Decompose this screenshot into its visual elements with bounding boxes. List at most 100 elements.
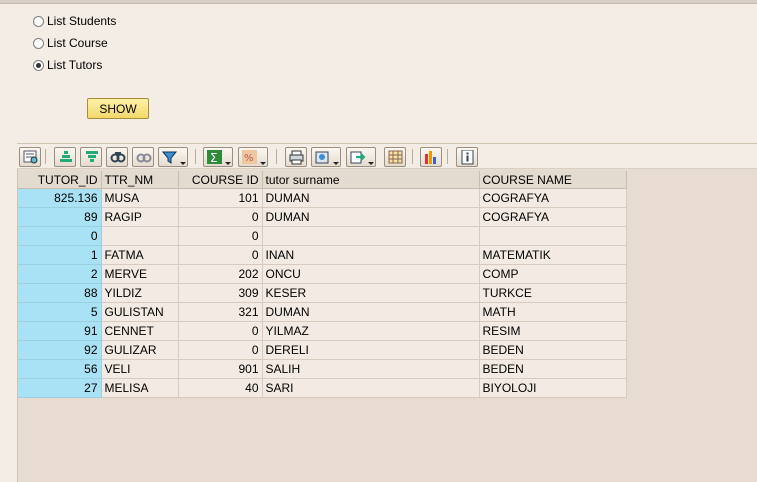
cell-ttr-nm[interactable]: MUSA	[101, 188, 179, 208]
subtotal-icon[interactable]: %	[238, 147, 268, 167]
show-button[interactable]: SHOW	[87, 98, 149, 119]
cell-ttr-nm[interactable]: GULISTAN	[101, 302, 179, 322]
cell-tutor-surname[interactable]: ONCU	[262, 264, 480, 284]
table-row[interactable]: 56 VELI 901 SALIH BEDEN	[18, 359, 627, 379]
cell-ttr-nm[interactable]: MERVE	[101, 264, 179, 284]
cell-course-name[interactable]	[479, 226, 627, 246]
cell-course-name[interactable]: BIYOLOJI	[479, 378, 627, 398]
table-row[interactable]: 00	[18, 226, 627, 246]
views-icon[interactable]	[311, 147, 341, 167]
cell-course-id[interactable]: 40	[178, 378, 263, 398]
cell-tutor-id[interactable]: 0	[18, 226, 102, 246]
cell-tutor-surname[interactable]	[262, 226, 480, 246]
radio-list-course[interactable]: List Course	[33, 35, 108, 51]
table-body: 825.136 MUSA 101 DUMAN COGRAFYA 89 RAGIP 0 DUMAN…	[18, 188, 627, 398]
cell-course-id[interactable]: 202	[178, 264, 263, 284]
cell-course-id[interactable]: 0	[178, 207, 263, 227]
column-header-tutor-id[interactable]: TUTOR_ID	[18, 171, 102, 189]
cell-course-name[interactable]: BEDEN	[479, 359, 627, 379]
cell-tutor-surname[interactable]: KESER	[262, 283, 480, 303]
cell-tutor-surname[interactable]: DUMAN	[262, 207, 480, 227]
cell-tutor-surname[interactable]: DUMAN	[262, 188, 480, 208]
cell-tutor-surname[interactable]: INAN	[262, 245, 480, 265]
cell-tutor-id[interactable]: 2	[18, 264, 102, 284]
find-icon[interactable]	[106, 147, 128, 167]
cell-ttr-nm[interactable]: GULIZAR	[101, 340, 179, 360]
cell-tutor-id[interactable]: 56	[18, 359, 102, 379]
cell-course-id[interactable]: 101	[178, 188, 263, 208]
cell-course-id[interactable]: 0	[178, 340, 263, 360]
cell-tutor-surname[interactable]: YILMAZ	[262, 321, 480, 341]
cell-course-id[interactable]: 0	[178, 321, 263, 341]
grid-toolbar: Σ %	[17, 143, 757, 169]
table-row[interactable]: 91 CENNET 0 YILMAZ RESIM	[18, 321, 627, 341]
table-row[interactable]: 92 GULIZAR 0 DERELI BEDEN	[18, 340, 627, 360]
cell-tutor-surname[interactable]: DUMAN	[262, 302, 480, 322]
radio-button[interactable]	[33, 59, 44, 71]
cell-tutor-id[interactable]: 825.136	[18, 188, 102, 208]
table-row[interactable]: 89 RAGIP 0 DUMAN COGRAFYA	[18, 207, 627, 227]
radio-button[interactable]	[33, 15, 44, 27]
cell-tutor-surname[interactable]: SARI	[262, 378, 480, 398]
radio-label: List Course	[47, 36, 108, 50]
cell-course-name[interactable]: BEDEN	[479, 340, 627, 360]
layout-icon[interactable]	[384, 147, 406, 167]
cell-course-id[interactable]: 0	[178, 226, 263, 246]
cell-ttr-nm[interactable]: RAGIP	[101, 207, 179, 227]
column-header-course-id[interactable]: COURSE ID	[178, 171, 263, 189]
cell-tutor-id[interactable]: 92	[18, 340, 102, 360]
cell-tutor-surname[interactable]: DERELI	[262, 340, 480, 360]
sum-icon[interactable]: Σ	[203, 147, 233, 167]
cell-course-name[interactable]: MATH	[479, 302, 627, 322]
sort-ascending-icon[interactable]	[54, 147, 76, 167]
radio-label: List Tutors	[47, 58, 103, 72]
window-top-border	[0, 0, 757, 4]
cell-course-id[interactable]: 321	[178, 302, 263, 322]
find-next-icon[interactable]	[132, 147, 154, 167]
cell-course-name[interactable]: COGRAFYA	[479, 207, 627, 227]
cell-tutor-id[interactable]: 89	[18, 207, 102, 227]
radio-label: List Students	[47, 14, 117, 28]
cell-course-name[interactable]: RESIM	[479, 321, 627, 341]
information-icon[interactable]	[456, 147, 478, 167]
table-row[interactable]: 88 YILDIZ 309 KESER TURKCE	[18, 283, 627, 303]
cell-tutor-id[interactable]: 27	[18, 378, 102, 398]
cell-tutor-id[interactable]: 5	[18, 302, 102, 322]
column-header-course-name[interactable]: COURSE NAME	[479, 171, 627, 189]
table-row[interactable]: 27 MELISA 40 SARI BIYOLOJI	[18, 378, 627, 398]
cell-course-name[interactable]: TURKCE	[479, 283, 627, 303]
column-header-tutor-surname[interactable]: tutor surname	[262, 171, 480, 189]
table-row[interactable]: 2 MERVE 202 ONCU COMP	[18, 264, 627, 284]
cell-course-name[interactable]: COMP	[479, 264, 627, 284]
svg-text:%: %	[244, 153, 254, 164]
cell-ttr-nm[interactable]: MELISA	[101, 378, 179, 398]
export-icon[interactable]	[346, 147, 376, 167]
cell-course-id[interactable]: 0	[178, 245, 263, 265]
cell-course-name[interactable]: COGRAFYA	[479, 188, 627, 208]
radio-list-tutors[interactable]: List Tutors	[33, 57, 102, 73]
radio-list-students[interactable]: List Students	[33, 13, 116, 29]
cell-ttr-nm[interactable]: CENNET	[101, 321, 179, 341]
cell-ttr-nm[interactable]: FATMA	[101, 245, 179, 265]
cell-course-name[interactable]: MATEMATIK	[479, 245, 627, 265]
cell-course-id[interactable]: 901	[178, 359, 263, 379]
cell-tutor-surname[interactable]: SALIH	[262, 359, 480, 379]
table-row[interactable]: 825.136 MUSA 101 DUMAN COGRAFYA	[18, 188, 627, 208]
filter-icon[interactable]	[158, 147, 188, 167]
details-icon[interactable]	[19, 147, 41, 167]
cell-ttr-nm[interactable]: YILDIZ	[101, 283, 179, 303]
graphic-icon[interactable]	[420, 147, 442, 167]
cell-tutor-id[interactable]: 1	[18, 245, 102, 265]
radio-button[interactable]	[33, 37, 44, 49]
svg-text:Σ: Σ	[210, 151, 218, 165]
cell-ttr-nm[interactable]	[101, 226, 179, 246]
sort-descending-icon[interactable]	[80, 147, 102, 167]
cell-tutor-id[interactable]: 88	[18, 283, 102, 303]
cell-tutor-id[interactable]: 91	[18, 321, 102, 341]
table-row[interactable]: 5 GULISTAN 321 DUMAN MATH	[18, 302, 627, 322]
cell-ttr-nm[interactable]: VELI	[101, 359, 179, 379]
cell-course-id[interactable]: 309	[178, 283, 263, 303]
print-icon[interactable]	[285, 147, 307, 167]
column-header-ttr-nm[interactable]: TTR_NM	[101, 171, 179, 189]
table-row[interactable]: 1 FATMA 0 INAN MATEMATIK	[18, 245, 627, 265]
